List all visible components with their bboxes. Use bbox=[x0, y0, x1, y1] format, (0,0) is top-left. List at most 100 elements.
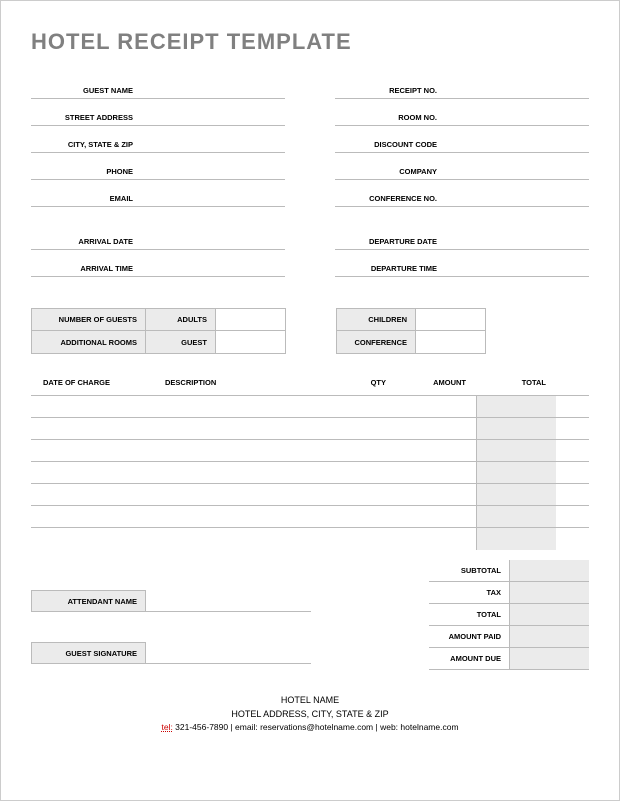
header-desc: DESCRIPTION bbox=[161, 378, 326, 387]
cell-total[interactable] bbox=[476, 506, 556, 527]
cell-total[interactable] bbox=[476, 462, 556, 483]
cell-date[interactable] bbox=[31, 484, 161, 505]
total-value[interactable] bbox=[509, 604, 589, 625]
footer: HOTEL NAME HOTEL ADDRESS, CITY, STATE & … bbox=[31, 694, 589, 734]
cell-date[interactable] bbox=[31, 418, 161, 439]
paid-label: AMOUNT PAID bbox=[429, 626, 509, 647]
due-label: AMOUNT DUE bbox=[429, 648, 509, 669]
guest-info-left: GUEST NAME STREET ADDRESS CITY, STATE & … bbox=[31, 77, 285, 212]
cell-desc[interactable] bbox=[161, 484, 326, 505]
field-guest-name: GUEST NAME bbox=[31, 77, 285, 99]
table-row bbox=[31, 396, 589, 418]
signatures-block: ATTENDANT NAME GUEST SIGNATURE bbox=[31, 560, 429, 670]
tax-row: TAX bbox=[429, 582, 589, 604]
cell-amount[interactable] bbox=[396, 528, 476, 550]
adults-value[interactable] bbox=[216, 308, 286, 331]
guest-sig-value[interactable] bbox=[146, 642, 311, 664]
cell-desc[interactable] bbox=[161, 462, 326, 483]
table-row bbox=[31, 528, 589, 550]
cell-total[interactable] bbox=[476, 396, 556, 417]
cell-desc[interactable] bbox=[161, 528, 326, 550]
cell-qty[interactable] bbox=[326, 528, 396, 550]
cell-desc[interactable] bbox=[161, 418, 326, 439]
field-arrival-time: ARRIVAL TIME bbox=[31, 255, 285, 277]
cell-desc[interactable] bbox=[161, 396, 326, 417]
due-row: AMOUNT DUE bbox=[429, 648, 589, 670]
value[interactable] bbox=[141, 122, 285, 125]
cell-date[interactable] bbox=[31, 506, 161, 527]
addl-rooms-label: ADDITIONAL ROOMS bbox=[31, 331, 146, 354]
cell-qty[interactable] bbox=[326, 462, 396, 483]
subtotal-value[interactable] bbox=[509, 560, 589, 581]
cell-amount[interactable] bbox=[396, 440, 476, 461]
header-amount: AMOUNT bbox=[396, 378, 476, 387]
cell-qty[interactable] bbox=[326, 396, 396, 417]
cell-amount[interactable] bbox=[396, 462, 476, 483]
charges-table: DATE OF CHARGE DESCRIPTION QTY AMOUNT TO… bbox=[31, 370, 589, 550]
header-total: TOTAL bbox=[476, 378, 556, 387]
cell-total[interactable] bbox=[476, 528, 556, 550]
label: STREET ADDRESS bbox=[31, 113, 141, 125]
page-title: HOTEL RECEIPT TEMPLATE bbox=[31, 29, 589, 55]
adults-label: ADULTS bbox=[146, 308, 216, 331]
value[interactable] bbox=[445, 176, 589, 179]
value[interactable] bbox=[445, 246, 589, 249]
field-departure-date: DEPARTURE DATE bbox=[335, 228, 589, 250]
children-value[interactable] bbox=[416, 308, 486, 331]
guest-info-block: GUEST NAME STREET ADDRESS CITY, STATE & … bbox=[31, 77, 589, 212]
value[interactable] bbox=[141, 95, 285, 98]
field-city-state-zip: CITY, STATE & ZIP bbox=[31, 131, 285, 153]
value[interactable] bbox=[141, 149, 285, 152]
table-row bbox=[31, 462, 589, 484]
attendant-value[interactable] bbox=[146, 590, 311, 612]
subtotal-label: SUBTOTAL bbox=[429, 560, 509, 581]
value[interactable] bbox=[445, 95, 589, 98]
label: DEPARTURE TIME bbox=[335, 264, 445, 276]
label: GUEST NAME bbox=[31, 86, 141, 98]
cell-date[interactable] bbox=[31, 440, 161, 461]
cell-amount[interactable] bbox=[396, 484, 476, 505]
label: RECEIPT NO. bbox=[335, 86, 445, 98]
cell-date[interactable] bbox=[31, 462, 161, 483]
cell-qty[interactable] bbox=[326, 484, 396, 505]
cell-qty[interactable] bbox=[326, 418, 396, 439]
cell-qty[interactable] bbox=[326, 506, 396, 527]
tax-value[interactable] bbox=[509, 582, 589, 603]
footer-web: hotelname.com bbox=[400, 722, 458, 732]
label: COMPANY bbox=[335, 167, 445, 179]
field-conference-no: CONFERENCE NO. bbox=[335, 185, 589, 207]
cell-amount[interactable] bbox=[396, 418, 476, 439]
guest-value[interactable] bbox=[216, 331, 286, 354]
cell-date[interactable] bbox=[31, 528, 161, 550]
value[interactable] bbox=[445, 149, 589, 152]
label: CITY, STATE & ZIP bbox=[31, 140, 141, 152]
value[interactable] bbox=[141, 176, 285, 179]
cell-desc[interactable] bbox=[161, 440, 326, 461]
value[interactable] bbox=[445, 273, 589, 276]
cell-total[interactable] bbox=[476, 418, 556, 439]
value[interactable] bbox=[141, 203, 285, 206]
cell-total[interactable] bbox=[476, 484, 556, 505]
charges-header: DATE OF CHARGE DESCRIPTION QTY AMOUNT TO… bbox=[31, 370, 589, 396]
value[interactable] bbox=[141, 273, 285, 276]
cell-amount[interactable] bbox=[396, 506, 476, 527]
cell-qty[interactable] bbox=[326, 440, 396, 461]
value[interactable] bbox=[445, 122, 589, 125]
paid-value[interactable] bbox=[509, 626, 589, 647]
cell-desc[interactable] bbox=[161, 506, 326, 527]
cell-date[interactable] bbox=[31, 396, 161, 417]
web-label: web: bbox=[380, 722, 400, 732]
value[interactable] bbox=[445, 203, 589, 206]
label: ROOM NO. bbox=[335, 113, 445, 125]
conference-value[interactable] bbox=[416, 331, 486, 354]
field-receipt-no: RECEIPT NO. bbox=[335, 77, 589, 99]
tel-number: 321-456-7890 bbox=[173, 722, 228, 732]
value[interactable] bbox=[141, 246, 285, 249]
field-room-no: ROOM NO. bbox=[335, 104, 589, 126]
label: CONFERENCE NO. bbox=[335, 194, 445, 206]
cell-total[interactable] bbox=[476, 440, 556, 461]
dates-left: ARRIVAL DATE ARRIVAL TIME bbox=[31, 228, 285, 282]
cell-amount[interactable] bbox=[396, 396, 476, 417]
label: EMAIL bbox=[31, 194, 141, 206]
due-value[interactable] bbox=[509, 648, 589, 669]
